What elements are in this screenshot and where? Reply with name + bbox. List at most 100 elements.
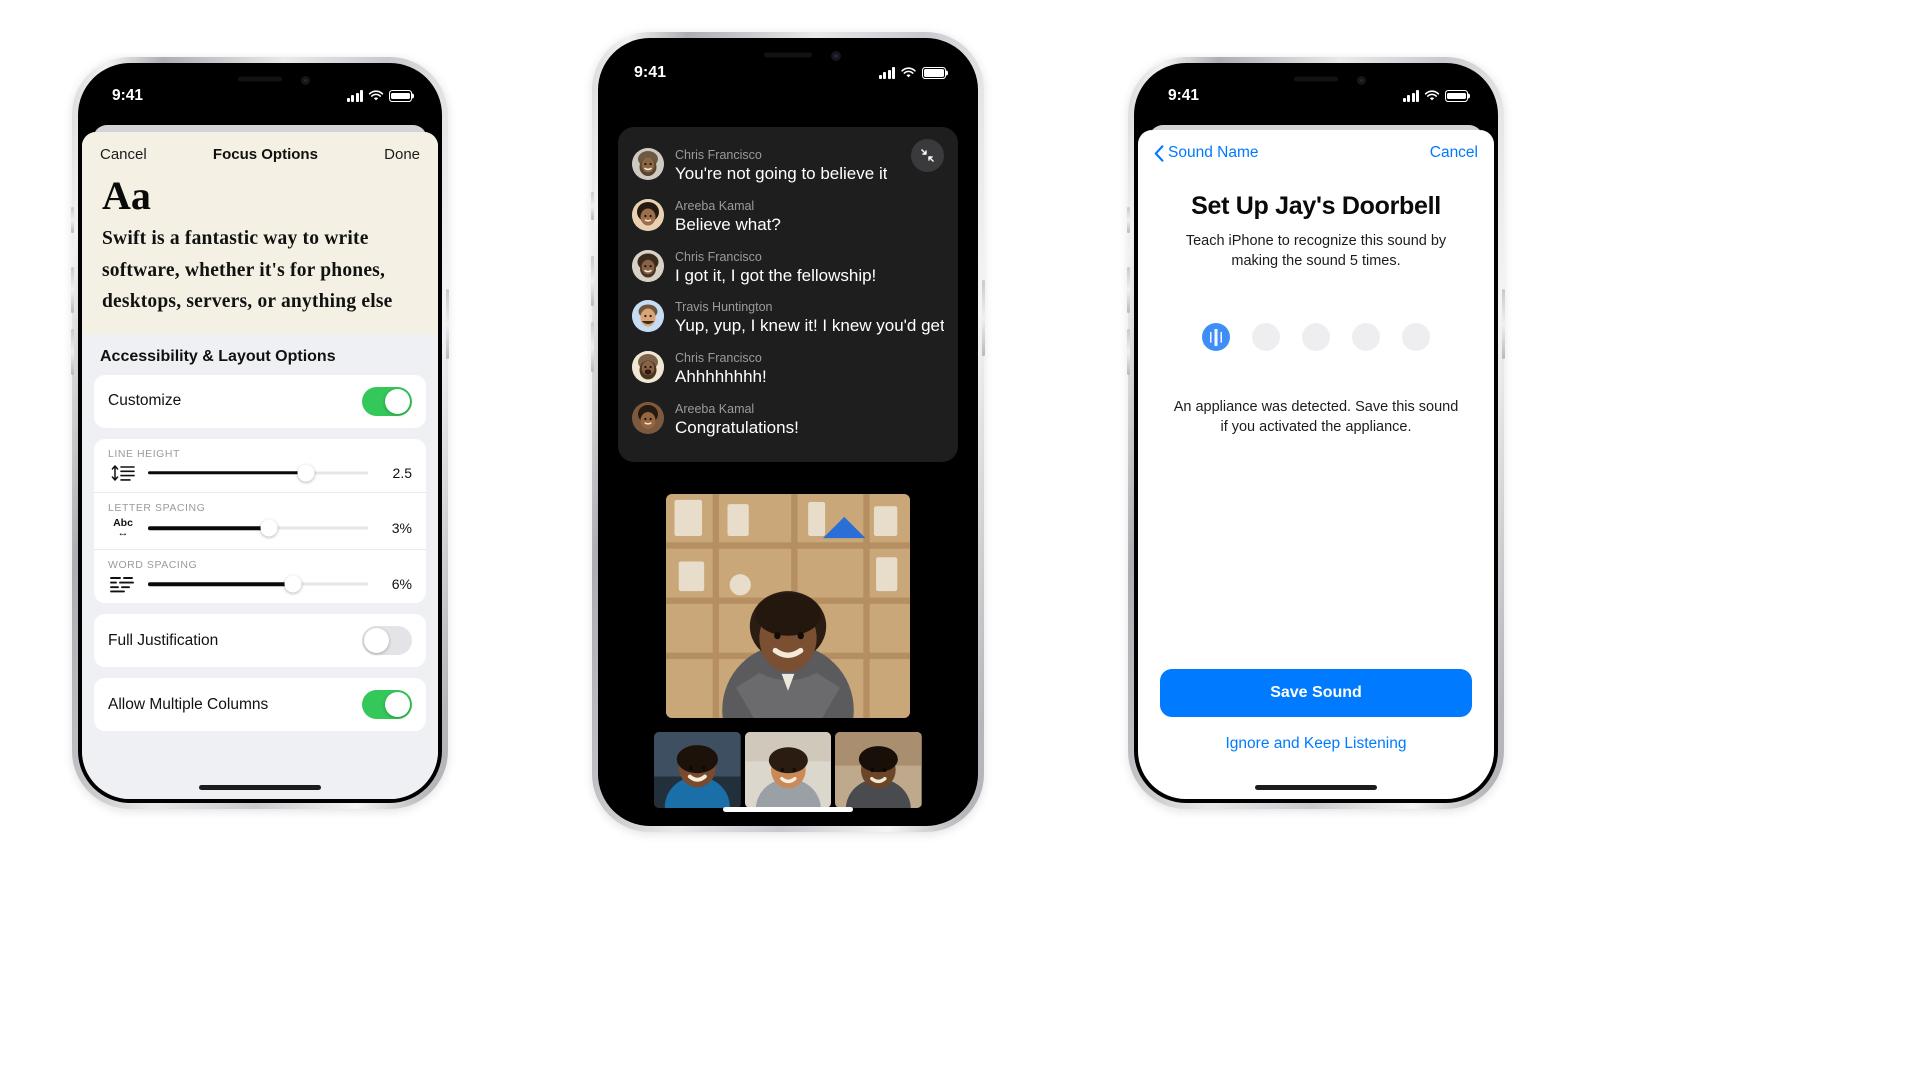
- caption-item: Chris Francisco I got it, I got the fell…: [632, 243, 944, 294]
- live-captions-panel: Chris Francisco You're not going to beli…: [618, 127, 958, 462]
- power-button[interactable]: [1502, 289, 1505, 359]
- earpiece-speaker: [764, 52, 812, 58]
- notch: [708, 42, 868, 71]
- caption-item: Areeba Kamal Congratulations!: [632, 395, 944, 446]
- cancel-button[interactable]: Cancel: [100, 146, 147, 163]
- line-height-slider[interactable]: [148, 464, 368, 482]
- status-time: 9:41: [112, 87, 144, 104]
- caption-text: Ahhhhhhhh!: [675, 367, 767, 386]
- caption-item: Chris Francisco Ahhhhhhhh!: [632, 344, 944, 395]
- customize-label: Customize: [108, 392, 182, 410]
- active-speaker-tile[interactable]: [666, 494, 910, 718]
- volume-down-button[interactable]: [1127, 329, 1130, 375]
- participant-thumbnail[interactable]: [835, 732, 923, 808]
- power-button[interactable]: [982, 280, 985, 356]
- letter-spacing-slider-block: LETTER SPACING Abc ↔ 3%: [94, 491, 426, 550]
- options-list: Accessibility & Layout Options Customize…: [82, 333, 438, 799]
- progress-dot: [1302, 323, 1330, 352]
- chevron-left-icon: [1154, 144, 1164, 162]
- mute-switch[interactable]: [1127, 207, 1130, 233]
- customize-row[interactable]: Customize: [94, 375, 426, 428]
- letter-spacing-icon: Abc ↔: [113, 516, 133, 540]
- earpiece-speaker: [1294, 76, 1338, 82]
- phone3-screen: 9:41 Sound Name Cancel Set Up Jay's Door…: [1138, 67, 1494, 799]
- power-button[interactable]: [446, 289, 449, 359]
- caption-speaker: Travis Huntington: [675, 300, 773, 315]
- status-time: 9:41: [1168, 87, 1200, 104]
- sliders-card: LINE HEIGHT 2.5 LETTER SPACING Abc ↔ 3% …: [94, 438, 426, 604]
- status-message: An appliance was detected. Save this sou…: [1173, 399, 1459, 436]
- home-indicator[interactable]: [1255, 785, 1377, 790]
- caption-text: Believe what?: [675, 214, 781, 234]
- done-button[interactable]: Done: [384, 146, 420, 163]
- caption-text: I got it, I got the fellowship!: [675, 265, 877, 285]
- participant-thumbnails: [654, 732, 923, 808]
- mute-switch[interactable]: [71, 207, 74, 233]
- progress-dot: [1352, 323, 1380, 352]
- avatar: [632, 198, 664, 231]
- phone-facetime: 9:41 Chris Francisco You're not going to…: [591, 32, 985, 832]
- screenshot-stage: 9:41 Cancel Focus Options Done Aa Swift …: [0, 0, 1920, 1080]
- phone-focus-options: 9:41 Cancel Focus Options Done Aa Swift …: [71, 57, 449, 809]
- cellular-signal-icon: [1402, 90, 1419, 102]
- focus-options-sheet: Cancel Focus Options Done Aa Swift is a …: [82, 132, 438, 799]
- battery-icon: [1445, 90, 1470, 102]
- ignore-keep-listening-link[interactable]: Ignore and Keep Listening: [1138, 717, 1494, 753]
- text-preview: Aa Swift is a fantastic way to write sof…: [82, 173, 438, 334]
- preview-body-text: Swift is a fantastic way to write softwa…: [102, 228, 393, 313]
- full-justification-row[interactable]: Full Justification: [94, 614, 426, 667]
- battery-icon: [389, 90, 414, 102]
- sheet-title: Focus Options: [212, 146, 318, 163]
- phone2-screen: 9:41 Chris Francisco You're not going to…: [602, 42, 974, 822]
- avatar: [632, 351, 664, 383]
- word-spacing-slider[interactable]: [148, 575, 368, 593]
- home-indicator[interactable]: [199, 785, 321, 790]
- word-spacing-value: 6%: [391, 576, 412, 593]
- volume-down-button[interactable]: [71, 329, 74, 375]
- allow-multiple-columns-card: Allow Multiple Columns: [94, 678, 426, 732]
- progress-dots: [1138, 271, 1494, 352]
- sample-glyph: Aa: [102, 173, 151, 218]
- letter-spacing-slider[interactable]: [148, 519, 368, 537]
- save-sound-button[interactable]: Save Sound: [1160, 669, 1472, 717]
- avatar: [632, 249, 664, 282]
- caption-item: Areeba Kamal Believe what?: [632, 192, 944, 243]
- cellular-signal-icon: [878, 67, 895, 79]
- allow-multiple-columns-label: Allow Multiple Columns: [108, 695, 269, 713]
- avatar: [632, 401, 664, 434]
- caption-speaker: Areeba Kamal: [675, 198, 755, 213]
- word-spacing-caption: WORD SPACING: [108, 559, 198, 572]
- back-button[interactable]: Sound Name: [1154, 144, 1258, 162]
- line-height-icon: [108, 464, 138, 482]
- word-spacing-icon: [108, 576, 138, 593]
- sheet-navbar: Cancel Focus Options Done: [82, 132, 438, 173]
- volume-up-button[interactable]: [71, 267, 74, 313]
- word-spacing-slider-block: WORD SPACING 6%: [94, 549, 426, 603]
- progress-dot: [1252, 323, 1280, 352]
- cancel-button[interactable]: Cancel: [1430, 144, 1478, 162]
- volume-up-button[interactable]: [1127, 267, 1130, 313]
- page-title: Set Up Jay's Doorbell: [1191, 192, 1441, 220]
- line-height-caption: LINE HEIGHT: [108, 447, 180, 460]
- caption-speaker: Areeba Kamal: [675, 401, 755, 416]
- participant-thumbnail[interactable]: [654, 732, 741, 808]
- allow-multiple-columns-toggle[interactable]: [362, 690, 412, 720]
- line-height-slider-block: LINE HEIGHT 2.5: [94, 439, 426, 492]
- allow-multiple-columns-row[interactable]: Allow Multiple Columns: [94, 678, 426, 731]
- collapse-icon[interactable]: [911, 139, 944, 172]
- progress-dot: [1402, 323, 1430, 352]
- home-indicator[interactable]: [723, 807, 853, 812]
- section-title: Accessibility & Layout Options: [100, 347, 336, 365]
- full-justification-toggle[interactable]: [362, 626, 412, 656]
- phone1-screen: 9:41 Cancel Focus Options Done Aa Swift …: [82, 67, 438, 799]
- customize-toggle[interactable]: [362, 386, 412, 416]
- avatar: [632, 300, 664, 333]
- volume-down-button[interactable]: [591, 322, 594, 372]
- volume-up-button[interactable]: [591, 256, 594, 306]
- participant-thumbnail[interactable]: [744, 732, 832, 808]
- sound-setup-sheet: Sound Name Cancel Set Up Jay's Doorbell …: [1138, 130, 1494, 799]
- mute-switch[interactable]: [591, 192, 594, 220]
- caption-speaker: Chris Francisco: [675, 351, 762, 365]
- cellular-signal-icon: [346, 90, 363, 102]
- battery-icon: [922, 67, 948, 79]
